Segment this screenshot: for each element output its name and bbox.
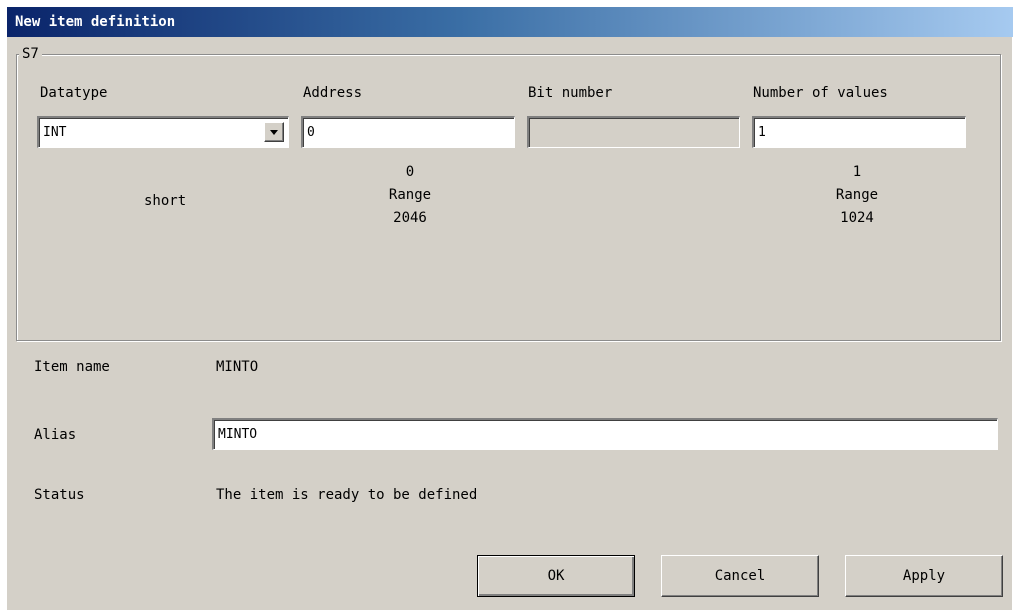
alias-label: Alias (34, 427, 77, 443)
group-legend: S7 (19, 46, 42, 62)
bit-number-input[interactable] (527, 116, 740, 148)
title-bar: New item definition (7, 7, 1013, 37)
chevron-down-icon (270, 130, 278, 135)
datatype-select[interactable]: INT (37, 116, 289, 148)
dialog-title: New item definition (15, 14, 176, 30)
number-of-values-label: Number of values (753, 85, 888, 101)
item-name-value: MINTO (216, 359, 259, 375)
status-label: Status (34, 487, 85, 503)
address-input[interactable]: 0 (301, 116, 515, 148)
number-of-values-range-min: 1 (852, 164, 862, 180)
alias-input[interactable]: MINTO (212, 418, 998, 450)
datatype-label: Datatype (40, 85, 108, 101)
address-range-max: 2046 (393, 210, 427, 226)
datatype-description: short (144, 193, 187, 209)
address-range-min: 0 (405, 164, 415, 180)
datatype-dropdown-button[interactable] (264, 122, 284, 142)
datatype-selected-value: INT (43, 125, 67, 140)
ok-button[interactable]: OK (477, 555, 635, 597)
item-name-label: Item name (34, 359, 110, 375)
status-message: The item is ready to be defined (216, 487, 478, 503)
cancel-button[interactable]: Cancel (661, 555, 819, 597)
number-of-values-range-label: Range (835, 187, 879, 203)
address-range-label: Range (388, 187, 432, 203)
bit-number-label: Bit number (528, 85, 613, 101)
address-label: Address (303, 85, 363, 101)
apply-button[interactable]: Apply (845, 555, 1003, 597)
number-of-values-input[interactable]: 1 (752, 116, 966, 148)
number-of-values-range-max: 1024 (840, 210, 874, 226)
